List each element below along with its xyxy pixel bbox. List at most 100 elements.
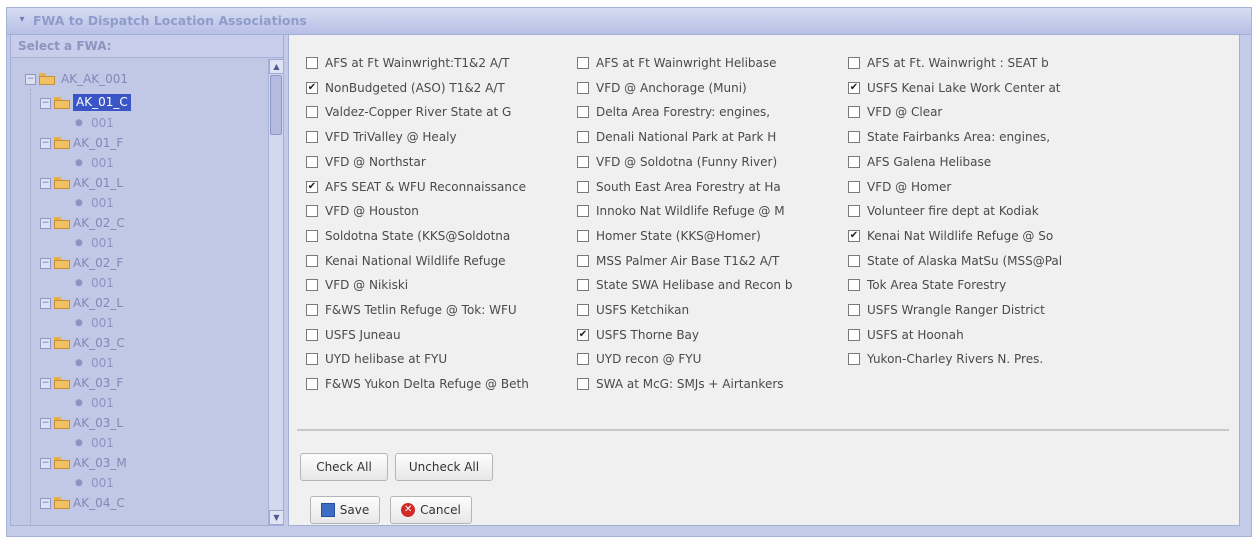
unchecked-box-icon[interactable] xyxy=(306,106,318,119)
tree-node-label[interactable]: AK_01_F xyxy=(73,133,123,153)
collapse-icon[interactable]: − xyxy=(40,178,51,189)
unchecked-box-icon[interactable] xyxy=(577,57,589,69)
collapse-icon[interactable]: − xyxy=(40,338,51,349)
unchecked-box-icon[interactable] xyxy=(848,328,860,341)
tree-node-label[interactable]: AK_01_L xyxy=(73,173,123,193)
check-all-button[interactable]: Check All xyxy=(300,453,388,481)
tree-leaf[interactable]: ● 001 xyxy=(11,433,261,453)
unchecked-box-icon[interactable] xyxy=(848,254,860,267)
unchecked-box-icon[interactable] xyxy=(848,180,860,193)
unchecked-box-icon[interactable] xyxy=(848,131,860,144)
tree-leaf[interactable]: ● 001 xyxy=(11,353,261,373)
unchecked-box-icon[interactable] xyxy=(848,279,860,292)
tree-leaf-label[interactable]: 001 xyxy=(91,313,114,333)
collapse-icon[interactable]: − xyxy=(40,258,51,269)
collapse-icon[interactable]: − xyxy=(25,74,36,85)
uncheck-all-button[interactable]: Uncheck All xyxy=(395,453,493,481)
tree-leaf-label[interactable]: 001 xyxy=(91,233,114,253)
unchecked-box-icon[interactable] xyxy=(577,180,589,193)
tree-node-label[interactable]: AK_02_C xyxy=(73,213,125,233)
scroll-thumb[interactable] xyxy=(270,75,282,135)
unchecked-box-icon[interactable] xyxy=(306,304,318,316)
unchecked-box-icon[interactable] xyxy=(848,205,860,218)
unchecked-box-icon[interactable] xyxy=(577,279,589,292)
unchecked-box-icon[interactable] xyxy=(306,279,318,292)
tree-node[interactable]: − AK_03_M xyxy=(11,453,261,473)
tree-node[interactable]: − AK_04_C xyxy=(11,493,261,513)
tree-leaf-label[interactable]: 001 xyxy=(91,193,114,213)
tree-leaf-label[interactable]: 001 xyxy=(91,353,114,373)
tree-leaf-label[interactable]: 001 xyxy=(91,473,114,493)
tree-node[interactable]: − AK_02_F xyxy=(11,253,261,273)
unchecked-box-icon[interactable] xyxy=(577,254,589,267)
unchecked-box-icon[interactable] xyxy=(306,254,318,267)
checked-box-icon[interactable]: ✔ xyxy=(306,180,318,193)
tree-leaf[interactable]: ● 001 xyxy=(11,193,261,213)
tree-node-label[interactable]: AK_04_C xyxy=(73,493,125,513)
unchecked-box-icon[interactable] xyxy=(306,57,318,69)
unchecked-box-icon[interactable] xyxy=(306,378,318,391)
unchecked-box-icon[interactable] xyxy=(577,229,589,242)
tree-scrollbar[interactable]: ▲ ▼ xyxy=(268,59,283,525)
collapse-icon[interactable]: − xyxy=(40,418,51,429)
checked-box-icon[interactable]: ✔ xyxy=(848,81,860,94)
unchecked-box-icon[interactable] xyxy=(848,155,860,168)
collapse-icon[interactable]: − xyxy=(40,378,51,389)
unchecked-box-icon[interactable] xyxy=(306,131,318,144)
tree-leaf[interactable]: ● 001 xyxy=(11,153,261,173)
unchecked-box-icon[interactable] xyxy=(577,205,589,218)
unchecked-box-icon[interactable] xyxy=(306,155,318,168)
unchecked-box-icon[interactable] xyxy=(306,328,318,341)
unchecked-box-icon[interactable] xyxy=(577,131,589,144)
tree-node-label[interactable]: AK_02_F xyxy=(73,253,123,273)
checked-box-icon[interactable]: ✔ xyxy=(577,328,589,341)
tree-leaf[interactable]: ● 001 xyxy=(11,313,261,333)
tree-node[interactable]: − AK_01_C xyxy=(11,93,261,113)
tree-node-label[interactable]: AK_03_C xyxy=(73,333,125,353)
unchecked-box-icon[interactable] xyxy=(848,57,860,69)
tree-leaf[interactable]: ● 001 xyxy=(11,393,261,413)
tree-node-label[interactable]: AK_03_M xyxy=(73,453,127,473)
collapse-icon[interactable]: − xyxy=(40,138,51,149)
unchecked-box-icon[interactable] xyxy=(306,229,318,242)
cancel-button[interactable]: ✕ Cancel xyxy=(390,496,472,524)
unchecked-box-icon[interactable] xyxy=(577,378,589,391)
unchecked-box-icon[interactable] xyxy=(848,304,860,316)
tree-node[interactable]: − AK_01_L xyxy=(11,173,261,193)
unchecked-box-icon[interactable] xyxy=(577,155,589,168)
tree-leaf-label[interactable]: 001 xyxy=(91,273,114,293)
unchecked-box-icon[interactable] xyxy=(577,81,589,94)
tree-node[interactable]: − AK_01_F xyxy=(11,133,261,153)
unchecked-box-icon[interactable] xyxy=(306,205,318,218)
tree-leaf-label[interactable]: 001 xyxy=(91,393,114,413)
unchecked-box-icon[interactable] xyxy=(306,353,318,366)
tree-leaf[interactable]: ● 001 xyxy=(11,473,261,493)
collapse-icon[interactable]: − xyxy=(40,298,51,309)
tree-node-label[interactable]: AK_01_C xyxy=(73,94,131,111)
tree-node[interactable]: − AK_03_C xyxy=(11,333,261,353)
unchecked-box-icon[interactable] xyxy=(848,353,860,366)
collapse-icon[interactable]: − xyxy=(40,458,51,469)
unchecked-box-icon[interactable] xyxy=(577,106,589,119)
tree-leaf[interactable]: ● 001 xyxy=(11,113,261,133)
tree-node[interactable]: − AK_02_C xyxy=(11,213,261,233)
tree-node-label[interactable]: AK_02_L xyxy=(73,293,123,313)
tree-node-label[interactable]: AK_03_L xyxy=(73,413,123,433)
scroll-down-icon[interactable]: ▼ xyxy=(269,510,283,525)
tree-leaf-label[interactable]: 001 xyxy=(91,153,114,173)
unchecked-box-icon[interactable] xyxy=(577,353,589,366)
save-button[interactable]: Save xyxy=(310,496,380,524)
scroll-up-icon[interactable]: ▲ xyxy=(269,59,283,74)
unchecked-box-icon[interactable] xyxy=(577,304,589,316)
unchecked-box-icon[interactable] xyxy=(848,106,860,119)
collapse-icon[interactable]: ▾ xyxy=(16,14,28,26)
tree-node-label[interactable]: AK_03_F xyxy=(73,373,123,393)
tree-node-label[interactable]: AK_AK_001 xyxy=(61,69,128,89)
tree-leaf-label[interactable]: 001 xyxy=(91,113,114,133)
tree-root[interactable]: − AK_AK_001 xyxy=(11,69,261,89)
checked-box-icon[interactable]: ✔ xyxy=(848,229,860,242)
tree-leaf[interactable]: ● 001 xyxy=(11,273,261,293)
tree-leaf[interactable]: ● 001 xyxy=(11,233,261,253)
tree-node[interactable]: − AK_03_F xyxy=(11,373,261,393)
collapse-icon[interactable]: − xyxy=(40,98,51,109)
